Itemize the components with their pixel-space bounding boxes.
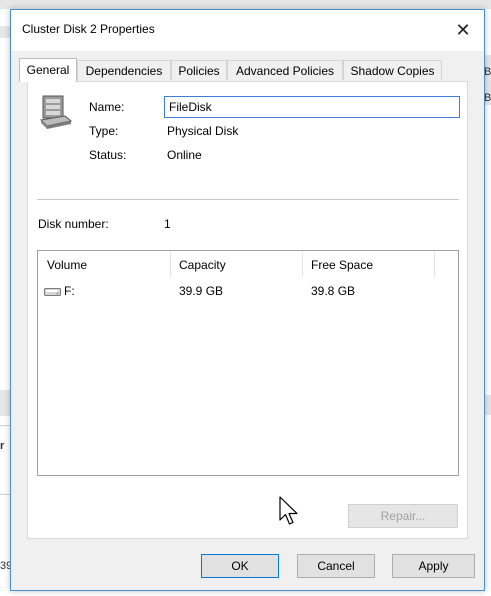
name-field[interactable]: [164, 96, 460, 118]
type-value: Physical Disk: [167, 124, 239, 138]
close-button[interactable]: ✕: [448, 16, 478, 44]
separator: [37, 199, 459, 200]
background-divider: [0, 425, 10, 426]
tab-shadow-copies[interactable]: Shadow Copies: [343, 60, 442, 80]
status-label: Status:: [89, 148, 127, 162]
free-space-cell: 39.8 GB: [311, 284, 356, 298]
disk-drive-icon: [37, 94, 75, 132]
repair-button[interactable]: Repair...: [348, 504, 458, 528]
tab-advanced-policies[interactable]: Advanced Policies: [227, 60, 343, 80]
tab-dependencies[interactable]: Dependencies: [77, 60, 171, 80]
volume-list[interactable]: Volume Capacity Free Space F: 39.9 GB 39…: [37, 250, 459, 476]
background-text: r: [0, 440, 5, 452]
background-divider: [0, 494, 10, 495]
background-text: B: [484, 92, 491, 104]
tab-policies[interactable]: Policies: [171, 60, 227, 80]
disk-number-label: Disk number:: [38, 217, 109, 231]
tab-general[interactable]: General: [19, 58, 77, 82]
background-window-band-left: [0, 390, 10, 416]
column-header-capacity[interactable]: Capacity: [170, 251, 302, 279]
type-label: Type:: [89, 124, 119, 138]
close-icon: ✕: [455, 20, 471, 40]
dialog-title: Cluster Disk 2 Properties: [22, 22, 155, 36]
drive-icon: [44, 286, 62, 296]
name-label: Name:: [89, 100, 125, 114]
disk-number-value: 1: [164, 217, 171, 231]
cancel-button[interactable]: Cancel: [297, 554, 375, 578]
properties-dialog: Cluster Disk 2 Properties ✕ General Depe…: [10, 9, 485, 591]
column-separator: [434, 253, 435, 277]
mouse-pointer-icon: [279, 496, 301, 528]
apply-button[interactable]: Apply: [392, 554, 475, 578]
volume-list-header: Volume Capacity Free Space: [38, 251, 458, 279]
background-text: B: [484, 66, 491, 78]
background-window-top: [0, 0, 491, 9]
column-header-volume[interactable]: Volume: [38, 251, 170, 279]
status-value: Online: [167, 148, 202, 162]
table-row[interactable]: F: 39.9 GB 39.8 GB: [38, 281, 458, 301]
volume-cell: F:: [64, 284, 75, 298]
capacity-cell: 39.9 GB: [179, 284, 224, 298]
background-window-band: [0, 26, 10, 38]
title-bar[interactable]: Cluster Disk 2 Properties ✕: [11, 10, 484, 51]
ok-button[interactable]: OK: [201, 554, 279, 578]
column-header-free-space[interactable]: Free Space: [302, 251, 434, 279]
